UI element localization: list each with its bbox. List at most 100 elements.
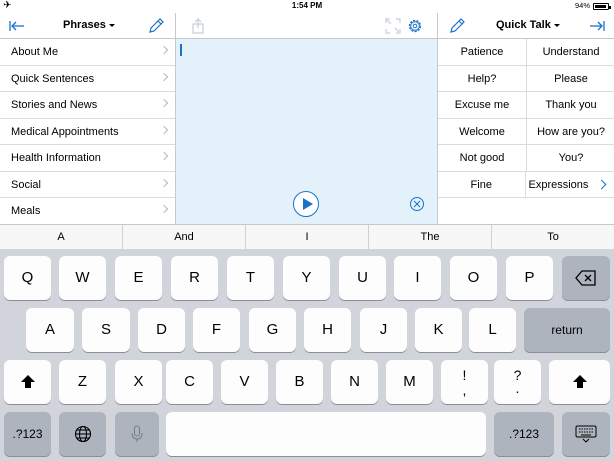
battery-icon: [593, 3, 611, 10]
key-o[interactable]: O: [450, 256, 497, 300]
arrow-right-bar-icon[interactable]: [588, 17, 606, 35]
chevron-right-icon: [159, 178, 169, 187]
shift-key[interactable]: [4, 360, 51, 404]
grid-row: Excuse me Thank you: [438, 92, 614, 119]
backspace-icon: [575, 270, 596, 286]
expressions-category-button[interactable]: Expressions: [526, 172, 614, 198]
quick-talk-grid: Patience Understand Help? Please Excuse …: [438, 39, 614, 198]
shift-key-right[interactable]: [549, 360, 610, 404]
key-g[interactable]: G: [249, 308, 296, 352]
key-r[interactable]: R: [171, 256, 218, 300]
quick-phrase-button[interactable]: Not good: [438, 145, 527, 171]
key-e[interactable]: E: [115, 256, 162, 300]
grid-row: Fine Expressions: [438, 171, 614, 198]
suggestion-item[interactable]: A: [0, 225, 123, 249]
gear-icon[interactable]: [406, 17, 424, 35]
numbers-key-left[interactable]: .?123: [4, 412, 51, 456]
space-bar[interactable]: [166, 412, 486, 456]
phrases-title: Phrases: [63, 19, 106, 31]
play-icon[interactable]: [293, 191, 319, 217]
key-d[interactable]: D: [138, 308, 185, 352]
quick-phrase-button[interactable]: Understand: [527, 39, 614, 65]
quick-phrase-button[interactable]: You?: [527, 145, 614, 171]
phrases-list: About Me Quick Sentences Stories and New…: [0, 39, 175, 225]
chevron-right-icon: [159, 204, 169, 214]
quick-phrase-button[interactable]: Patience: [438, 39, 527, 65]
text-cursor: [180, 44, 182, 56]
key-a[interactable]: A: [26, 308, 74, 352]
quick-phrase-button[interactable]: Fine: [438, 171, 526, 197]
shift-icon: [20, 375, 35, 389]
quick-phrase-button[interactable]: Thank you: [527, 92, 614, 118]
list-item-label: Meals: [11, 205, 41, 217]
quick-phrase-button[interactable]: Excuse me: [438, 92, 527, 118]
key-period-bottom: .: [515, 380, 520, 396]
key-v[interactable]: V: [221, 360, 268, 404]
key-b[interactable]: B: [276, 360, 323, 404]
dismiss-keyboard-key[interactable]: [562, 412, 610, 456]
key-m[interactable]: M: [386, 360, 433, 404]
status-time: 1:54 PM: [291, 1, 323, 10]
list-item[interactable]: Stories and News: [0, 92, 175, 119]
share-icon[interactable]: [189, 17, 207, 35]
key-j[interactable]: J: [360, 308, 407, 352]
quick-phrase-button[interactable]: Welcome: [438, 118, 527, 144]
key-y[interactable]: Y: [283, 256, 330, 300]
quick-phrase-button[interactable]: How are you?: [527, 119, 614, 145]
suggestion-item[interactable]: To: [492, 225, 614, 249]
phrases-panel: Phrases About Me Quick Sentences Stories…: [0, 13, 176, 224]
grid-row: Welcome How are you?: [438, 118, 614, 145]
keyboard-dismiss-icon: [575, 425, 597, 443]
grid-row: Not good You?: [438, 145, 614, 172]
key-s[interactable]: S: [82, 308, 130, 352]
chevron-right-icon: [159, 72, 169, 81]
return-key[interactable]: return: [524, 308, 610, 352]
message-text-area[interactable]: [176, 39, 437, 224]
key-i[interactable]: I: [394, 256, 441, 300]
key-q[interactable]: Q: [4, 256, 51, 300]
phrases-title-dropdown[interactable]: Phrases: [63, 18, 115, 32]
globe-key[interactable]: [59, 412, 106, 456]
phrases-nav-bar: Phrases: [0, 13, 175, 39]
list-item[interactable]: About Me: [0, 39, 175, 66]
key-h[interactable]: H: [304, 308, 351, 352]
key-c[interactable]: C: [166, 360, 213, 404]
key-w[interactable]: W: [59, 256, 106, 300]
clear-circle-icon[interactable]: [409, 196, 425, 212]
list-item[interactable]: Social: [0, 172, 175, 198]
microphone-icon: [131, 425, 143, 443]
list-item[interactable]: Quick Sentences: [0, 66, 175, 92]
numbers-key-right[interactable]: .?123: [494, 412, 554, 456]
key-p[interactable]: P: [506, 256, 553, 300]
key-f[interactable]: F: [193, 308, 240, 352]
dictation-key[interactable]: [115, 412, 159, 456]
key-z[interactable]: Z: [59, 360, 106, 404]
list-item[interactable]: Health Information: [0, 145, 175, 172]
key-k[interactable]: K: [415, 308, 462, 352]
key-u[interactable]: U: [339, 256, 386, 300]
key-t[interactable]: T: [227, 256, 274, 300]
list-item[interactable]: Meals: [0, 198, 175, 225]
quick-phrase-button[interactable]: Please: [527, 66, 614, 92]
grid-row: Help? Please: [438, 65, 614, 92]
chevron-right-icon: [159, 98, 169, 108]
key-exclamation-top: !: [462, 366, 467, 383]
suggestion-item[interactable]: And: [123, 225, 246, 249]
quick-phrase-button[interactable]: Help?: [438, 65, 527, 91]
quick-talk-title-dropdown[interactable]: Quick Talk: [496, 18, 560, 32]
expand-icon[interactable]: [384, 17, 402, 35]
key-n[interactable]: N: [331, 360, 378, 404]
compose-toolbar: [176, 13, 437, 39]
arrow-left-bar-icon[interactable]: [8, 17, 26, 35]
list-item[interactable]: Medical Appointments: [0, 119, 175, 145]
list-item-label: Social: [11, 178, 41, 191]
suggestion-item[interactable]: I: [246, 225, 369, 249]
predictive-text-bar: A And I The To: [0, 224, 614, 249]
key-x[interactable]: X: [115, 360, 162, 404]
pencil-icon[interactable]: [448, 17, 466, 35]
pencil-icon[interactable]: [147, 17, 165, 35]
backspace-key[interactable]: [562, 256, 610, 300]
quick-talk-title: Quick Talk: [496, 19, 551, 31]
suggestion-item[interactable]: The: [369, 225, 492, 249]
key-l[interactable]: L: [469, 308, 516, 352]
